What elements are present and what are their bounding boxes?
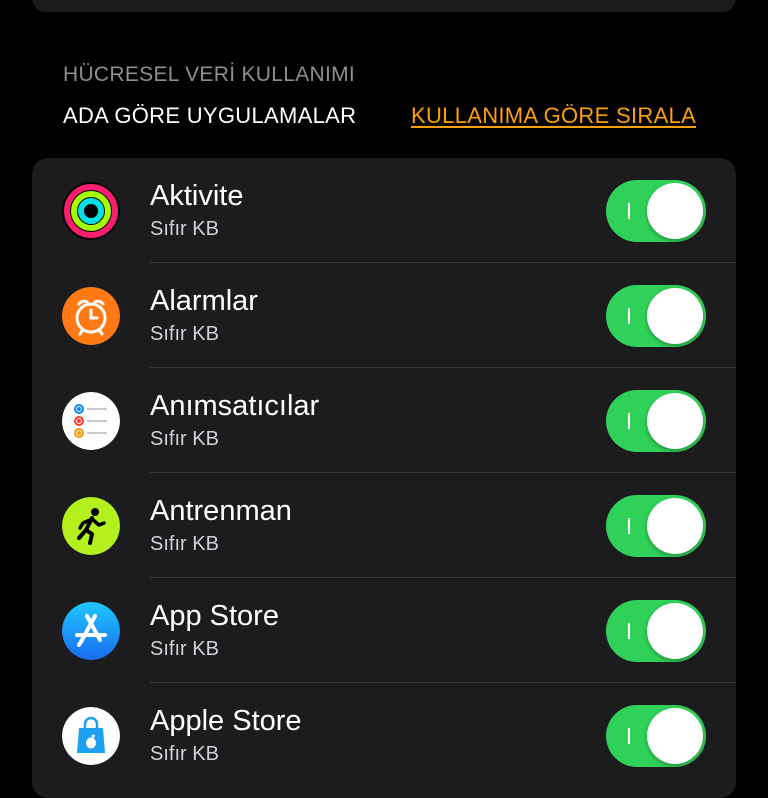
- list-item: Anımsatıcılar Sıfır KB: [32, 368, 736, 473]
- sort-by-usage-link[interactable]: KULLANIMA GÖRE SIRALA: [411, 103, 696, 129]
- app-name: Aktivite: [150, 180, 244, 212]
- app-data-usage: Sıfır KB: [150, 428, 219, 450]
- app-data-usage: Sıfır KB: [150, 533, 219, 555]
- app-data-usage: Sıfır KB: [150, 323, 219, 345]
- toggle-on-indicator: [628, 413, 630, 429]
- cellular-toggle-aktivite[interactable]: [606, 180, 706, 242]
- app-name: Anımsatıcılar: [150, 390, 320, 422]
- cellular-toggle-antrenman[interactable]: [606, 495, 706, 557]
- cellular-toggle-apple-store[interactable]: [606, 705, 706, 767]
- list-item: Aktivite Sıfır KB: [32, 158, 736, 263]
- app-name: App Store: [150, 600, 279, 632]
- toggle-knob: [647, 183, 703, 239]
- section-header: HÜCRESEL VERİ KULLANIMI: [63, 63, 356, 86]
- cellular-toggle-alarmlar[interactable]: [606, 285, 706, 347]
- toggle-knob: [647, 393, 703, 449]
- app-list: Aktivite Sıfır KB Alarmlar Sıfır KB Anım…: [32, 158, 736, 798]
- app-data-usage: Sıfır KB: [150, 743, 219, 765]
- list-item: Antrenman Sıfır KB: [32, 473, 736, 578]
- toggle-knob: [647, 498, 703, 554]
- app-name: Antrenman: [150, 495, 292, 527]
- app-name: Apple Store: [150, 705, 302, 737]
- activity-icon: [62, 182, 120, 240]
- app-store-icon: [62, 602, 120, 660]
- app-data-usage: Sıfır KB: [150, 218, 219, 240]
- app-name: Alarmlar: [150, 285, 258, 317]
- toggle-knob: [647, 603, 703, 659]
- app-data-usage: Sıfır KB: [150, 638, 219, 660]
- list-item: Alarmlar Sıfır KB: [32, 263, 736, 368]
- previous-settings-card: [32, 0, 736, 12]
- list-item: Apple Store Sıfır KB: [32, 683, 736, 788]
- toggle-on-indicator: [628, 308, 630, 324]
- sort-mode-label: ADA GÖRE UYGULAMALAR: [63, 103, 357, 128]
- toggle-knob: [647, 708, 703, 764]
- toggle-knob: [647, 288, 703, 344]
- reminders-icon: [62, 392, 120, 450]
- toggle-on-indicator: [628, 728, 630, 744]
- alarm-clock-icon: [62, 287, 120, 345]
- apple-store-icon: [62, 707, 120, 765]
- cellular-toggle-animsaticilar[interactable]: [606, 390, 706, 452]
- cellular-toggle-app-store[interactable]: [606, 600, 706, 662]
- workout-icon: [62, 497, 120, 555]
- toggle-on-indicator: [628, 623, 630, 639]
- toggle-on-indicator: [628, 518, 630, 534]
- toggle-on-indicator: [628, 203, 630, 219]
- list-item: App Store Sıfır KB: [32, 578, 736, 683]
